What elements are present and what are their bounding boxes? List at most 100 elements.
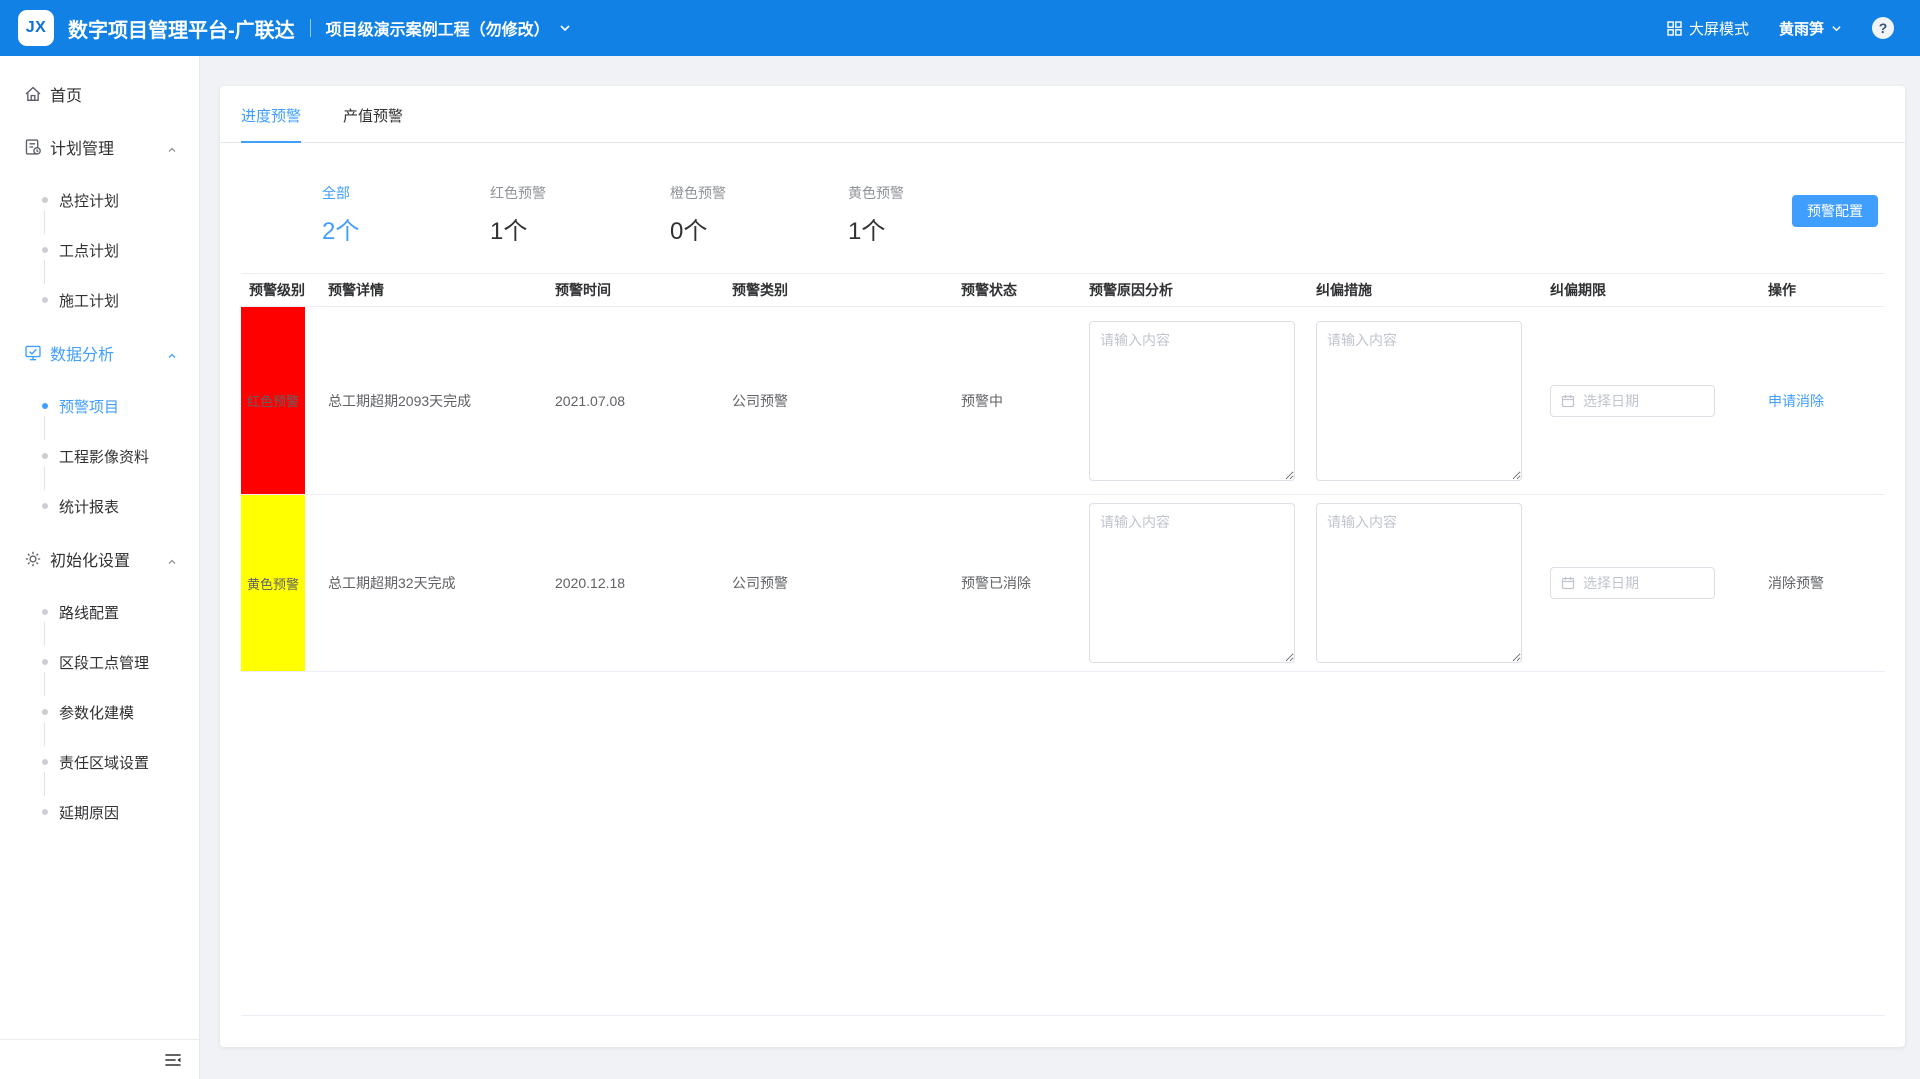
tab-bar: 进度预警 产值预警 [220, 86, 1905, 143]
sidebar-item-label: 工程影像资料 [59, 446, 149, 467]
sidebar-item-section-site-mgmt[interactable]: 区段工点管理 [0, 642, 199, 682]
project-switcher[interactable]: 项目级演示案例工程（勿修改） [326, 16, 571, 40]
sidebar-item-label: 总控计划 [59, 190, 119, 211]
project-name: 项目级演示案例工程（勿修改） [326, 16, 550, 40]
sidebar-item-label: 首页 [50, 82, 82, 106]
warning-level-cell: 黄色预警 [241, 495, 320, 671]
correction-measure-textarea[interactable] [1316, 503, 1522, 663]
sidebar-item-label: 路线配置 [59, 602, 119, 623]
warning-detail: 总工期超期2093天完成 [320, 391, 547, 411]
sidebar-item-label: 预警项目 [59, 396, 119, 417]
sidebar-item-statistics-report[interactable]: 统计报表 [0, 486, 199, 526]
bullet-dot-icon [42, 197, 48, 203]
col-header-deadline: 纠偏期限 [1542, 280, 1760, 300]
bullet-dot-icon [42, 403, 48, 409]
stat-yellow-warning[interactable]: 黄色预警 1个 [848, 183, 904, 246]
sidebar-item-label: 工点计划 [59, 240, 119, 261]
username: 黄雨笋 [1779, 18, 1824, 39]
sidebar-group-data-analysis[interactable]: 数据分析 [0, 333, 199, 373]
sidebar-item-label: 统计报表 [59, 496, 119, 517]
content-card: 进度预警 产值预警 全部 2个 红色预警 1个 橙色预警 0个 黄色预警 1个 … [220, 86, 1905, 1047]
warning-time: 2021.07.08 [547, 393, 724, 409]
warning-level-badge-yellow: 黄色预警 [241, 495, 305, 671]
app-title: 数字项目管理平台-广联达 [68, 14, 295, 43]
bullet-dot-icon [42, 809, 48, 815]
col-header-level: 预警级别 [241, 280, 320, 300]
sidebar-item-construction-plan[interactable]: 施工计划 [0, 280, 199, 320]
sidebar-footer [0, 1039, 199, 1079]
date-placeholder: 选择日期 [1583, 573, 1639, 593]
bullet-dot-icon [42, 609, 48, 615]
header-divider [310, 19, 311, 37]
col-header-measure: 纠偏措施 [1308, 280, 1542, 300]
warning-detail: 总工期超期32天完成 [320, 573, 547, 593]
col-header-status: 预警状态 [953, 280, 1081, 300]
screen-mode-button[interactable]: 大屏模式 [1667, 18, 1749, 39]
table-row: 黄色预警 总工期超期32天完成 2020.12.18 公司预警 预警已消除 [241, 495, 1885, 672]
stat-label: 全部 [322, 183, 359, 203]
app-logo: JX [18, 10, 54, 46]
stat-all[interactable]: 全部 2个 [322, 183, 359, 246]
warning-stats: 全部 2个 红色预警 1个 橙色预警 0个 黄色预警 1个 预警配置 [220, 143, 1905, 273]
reason-analysis-textarea[interactable] [1089, 321, 1295, 481]
stat-label: 黄色预警 [848, 183, 904, 203]
chevron-up-icon [167, 348, 177, 366]
col-header-action: 操作 [1760, 280, 1877, 300]
stat-value: 1个 [848, 211, 904, 246]
help-button[interactable]: ? [1872, 17, 1894, 39]
sidebar-item-project-media[interactable]: 工程影像资料 [0, 436, 199, 476]
sidebar-item-home[interactable]: 首页 [0, 74, 199, 114]
col-header-reason: 预警原因分析 [1081, 280, 1308, 300]
sidebar-item-delay-reason[interactable]: 延期原因 [0, 792, 199, 832]
table-header-row: 预警级别 预警详情 预警时间 预警类别 预警状态 预警原因分析 纠偏措施 纠偏期… [241, 273, 1885, 307]
sidebar-item-parametric-modeling[interactable]: 参数化建模 [0, 692, 199, 732]
sidebar-group-label: 数据分析 [50, 341, 114, 365]
sidebar-item-site-plan[interactable]: 工点计划 [0, 230, 199, 270]
settings-icon [24, 550, 42, 568]
warning-status: 预警中 [953, 391, 1081, 411]
clear-warning-action[interactable]: 消除预警 [1768, 575, 1824, 591]
correction-measure-textarea[interactable] [1316, 321, 1522, 481]
correction-deadline-datepicker[interactable]: 选择日期 [1550, 385, 1715, 417]
date-placeholder: 选择日期 [1583, 391, 1639, 411]
chevron-down-icon [559, 22, 571, 34]
warning-table: 预警级别 预警详情 预警时间 预警类别 预警状态 预警原因分析 纠偏措施 纠偏期… [241, 273, 1885, 672]
reason-analysis-textarea[interactable] [1089, 503, 1295, 663]
warning-status: 预警已消除 [953, 573, 1081, 593]
tab-output-warning[interactable]: 产值预警 [343, 105, 403, 142]
sidebar-item-responsibility-area[interactable]: 责任区域设置 [0, 742, 199, 782]
collapse-sidebar-button[interactable] [165, 1053, 181, 1067]
sidebar-group-label: 计划管理 [50, 135, 114, 159]
chevron-down-icon [1831, 23, 1842, 34]
screen-mode-icon [1667, 21, 1682, 36]
analysis-icon [24, 344, 42, 362]
apply-clear-warning-link[interactable]: 申请消除 [1768, 393, 1824, 409]
app-header: JX 数字项目管理平台-广联达 项目级演示案例工程（勿修改） 大屏模式 黄雨笋 … [0, 0, 1920, 56]
sidebar-group-init-settings[interactable]: 初始化设置 [0, 539, 199, 579]
stat-red-warning[interactable]: 红色预警 1个 [490, 183, 546, 246]
card-bottom-divider [241, 1015, 1885, 1016]
sidebar-item-route-config[interactable]: 路线配置 [0, 592, 199, 632]
stat-label: 橙色预警 [670, 183, 726, 203]
bullet-dot-icon [42, 297, 48, 303]
tab-progress-warning[interactable]: 进度预警 [241, 105, 301, 142]
main-area: 进度预警 产值预警 全部 2个 红色预警 1个 橙色预警 0个 黄色预警 1个 … [200, 56, 1920, 1079]
warning-category: 公司预警 [724, 391, 953, 411]
calendar-icon [1561, 576, 1575, 590]
sidebar-item-master-plan[interactable]: 总控计划 [0, 180, 199, 220]
col-header-time: 预警时间 [547, 280, 724, 300]
user-menu[interactable]: 黄雨笋 [1779, 18, 1842, 39]
stat-orange-warning[interactable]: 橙色预警 0个 [670, 183, 726, 246]
warning-config-button[interactable]: 预警配置 [1792, 195, 1878, 227]
sidebar-item-label: 区段工点管理 [59, 652, 149, 673]
sidebar-group-plan[interactable]: 计划管理 [0, 127, 199, 167]
bullet-dot-icon [42, 503, 48, 509]
correction-deadline-datepicker[interactable]: 选择日期 [1550, 567, 1715, 599]
bullet-dot-icon [42, 453, 48, 459]
col-header-category: 预警类别 [724, 280, 953, 300]
bullet-dot-icon [42, 659, 48, 665]
chevron-up-icon [167, 554, 177, 572]
plan-icon [24, 138, 42, 156]
sidebar-item-warning-projects[interactable]: 预警项目 [0, 386, 199, 426]
home-icon [24, 85, 42, 103]
